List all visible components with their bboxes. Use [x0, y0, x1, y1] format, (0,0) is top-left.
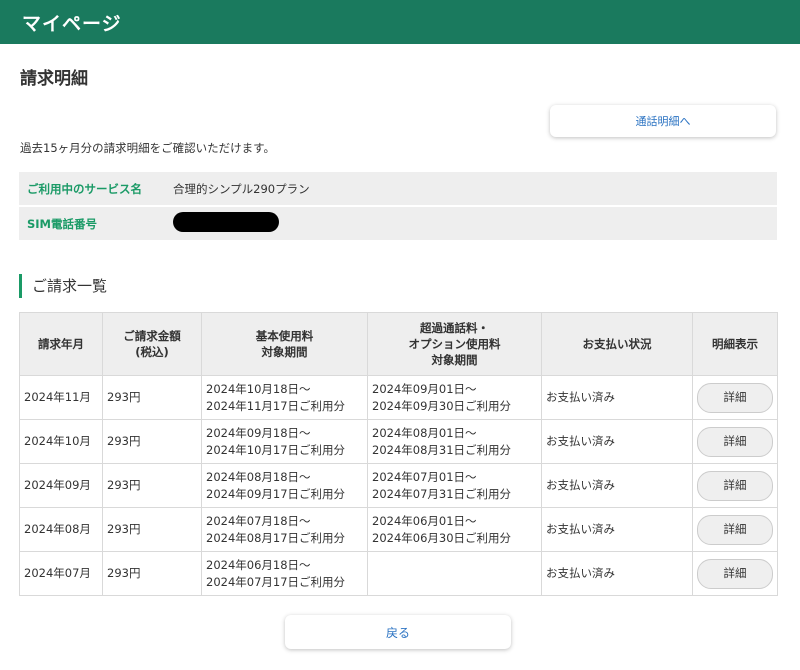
payment-status: お支払い済み: [541, 375, 693, 420]
detail-button[interactable]: 詳細: [697, 382, 773, 413]
detail-cell: 詳細: [692, 419, 778, 464]
page-title: 請求明細: [20, 69, 88, 89]
header-detail: 明細表示: [692, 312, 778, 376]
billing-month: 2024年07月: [19, 551, 103, 596]
table-row: 2024年07月 293円 2024年06月18日〜 2024年07月17日ご利…: [19, 551, 778, 596]
detail-button[interactable]: 詳細: [697, 558, 773, 589]
service-value: 合理的シンプル290プラン: [173, 181, 310, 196]
billing-table: 請求年月 ご請求金額 (税込) 基本使用料 対象期間 超過通話料・ オプション使…: [19, 312, 778, 596]
extra-period: 2024年09月01日〜 2024年09月30日ご利用分: [367, 375, 542, 420]
extra-period: 2024年08月01日〜 2024年08月31日ご利用分: [367, 419, 542, 464]
redacted-phone-number: [173, 212, 279, 232]
service-row: ご利用中のサービス名 合理的シンプル290プラン: [19, 172, 777, 205]
detail-button[interactable]: 詳細: [697, 426, 773, 457]
header-billing-month: 請求年月: [19, 312, 103, 376]
detail-cell: 詳細: [692, 463, 778, 508]
payment-status: お支払い済み: [541, 419, 693, 464]
payment-status: お支払い済み: [541, 463, 693, 508]
header-extra-period: 超過通話料・ オプション使用料 対象期間: [367, 312, 542, 376]
billing-amount: 293円: [102, 419, 202, 464]
section-title: ご請求一覧: [19, 274, 107, 298]
extra-period: 2024年07月01日〜 2024年07月31日ご利用分: [367, 463, 542, 508]
table-row: 2024年08月 293円 2024年07月18日〜 2024年08月17日ご利…: [19, 507, 778, 552]
table-row: 2024年10月 293円 2024年09月18日〜 2024年10月17日ご利…: [19, 419, 778, 464]
header-title: マイページ: [22, 12, 122, 35]
extra-period: [367, 551, 542, 596]
basic-period: 2024年10月18日〜 2024年11月17日ご利用分: [201, 375, 368, 420]
header-bar: マイページ: [0, 0, 800, 44]
billing-amount: 293円: [102, 375, 202, 420]
billing-month: 2024年08月: [19, 507, 103, 552]
table-row: 2024年09月 293円 2024年08月18日〜 2024年09月17日ご利…: [19, 463, 778, 508]
payment-status: お支払い済み: [541, 551, 693, 596]
billing-month: 2024年10月: [19, 419, 103, 464]
extra-period: 2024年06月01日〜 2024年06月30日ご利用分: [367, 507, 542, 552]
detail-button[interactable]: 詳細: [697, 514, 773, 545]
service-label: ご利用中のサービス名: [27, 181, 142, 196]
intro-text: 過去15ヶ月分の請求明細をご確認いただけます。: [20, 141, 275, 155]
payment-status: お支払い済み: [541, 507, 693, 552]
basic-period: 2024年08月18日〜 2024年09月17日ご利用分: [201, 463, 368, 508]
basic-period: 2024年07月18日〜 2024年08月17日ご利用分: [201, 507, 368, 552]
header-basic-period: 基本使用料 対象期間: [201, 312, 368, 376]
billing-month: 2024年09月: [19, 463, 103, 508]
billing-amount: 293円: [102, 551, 202, 596]
billing-amount: 293円: [102, 463, 202, 508]
table-header-row: 請求年月 ご請求金額 (税込) 基本使用料 対象期間 超過通話料・ オプション使…: [19, 312, 778, 376]
billing-month: 2024年11月: [19, 375, 103, 420]
call-detail-button[interactable]: 通話明細へ: [550, 105, 776, 137]
basic-period: 2024年06月18日〜 2024年07月17日ご利用分: [201, 551, 368, 596]
detail-cell: 詳細: [692, 551, 778, 596]
detail-cell: 詳細: [692, 507, 778, 552]
table-row: 2024年11月 293円 2024年10月18日〜 2024年11月17日ご利…: [19, 375, 778, 420]
sim-row: SIM電話番号: [19, 207, 777, 240]
detail-button[interactable]: 詳細: [697, 470, 773, 501]
sim-value: [171, 212, 279, 235]
sim-label: SIM電話番号: [27, 216, 98, 231]
billing-amount: 293円: [102, 507, 202, 552]
header-amount: ご請求金額 (税込): [102, 312, 202, 376]
header-payment-status: お支払い状況: [541, 312, 693, 376]
back-button[interactable]: 戻る: [285, 615, 511, 649]
basic-period: 2024年09月18日〜 2024年10月17日ご利用分: [201, 419, 368, 464]
service-info-panel: ご利用中のサービス名 合理的シンプル290プラン SIM電話番号: [19, 172, 777, 242]
detail-cell: 詳細: [692, 375, 778, 420]
